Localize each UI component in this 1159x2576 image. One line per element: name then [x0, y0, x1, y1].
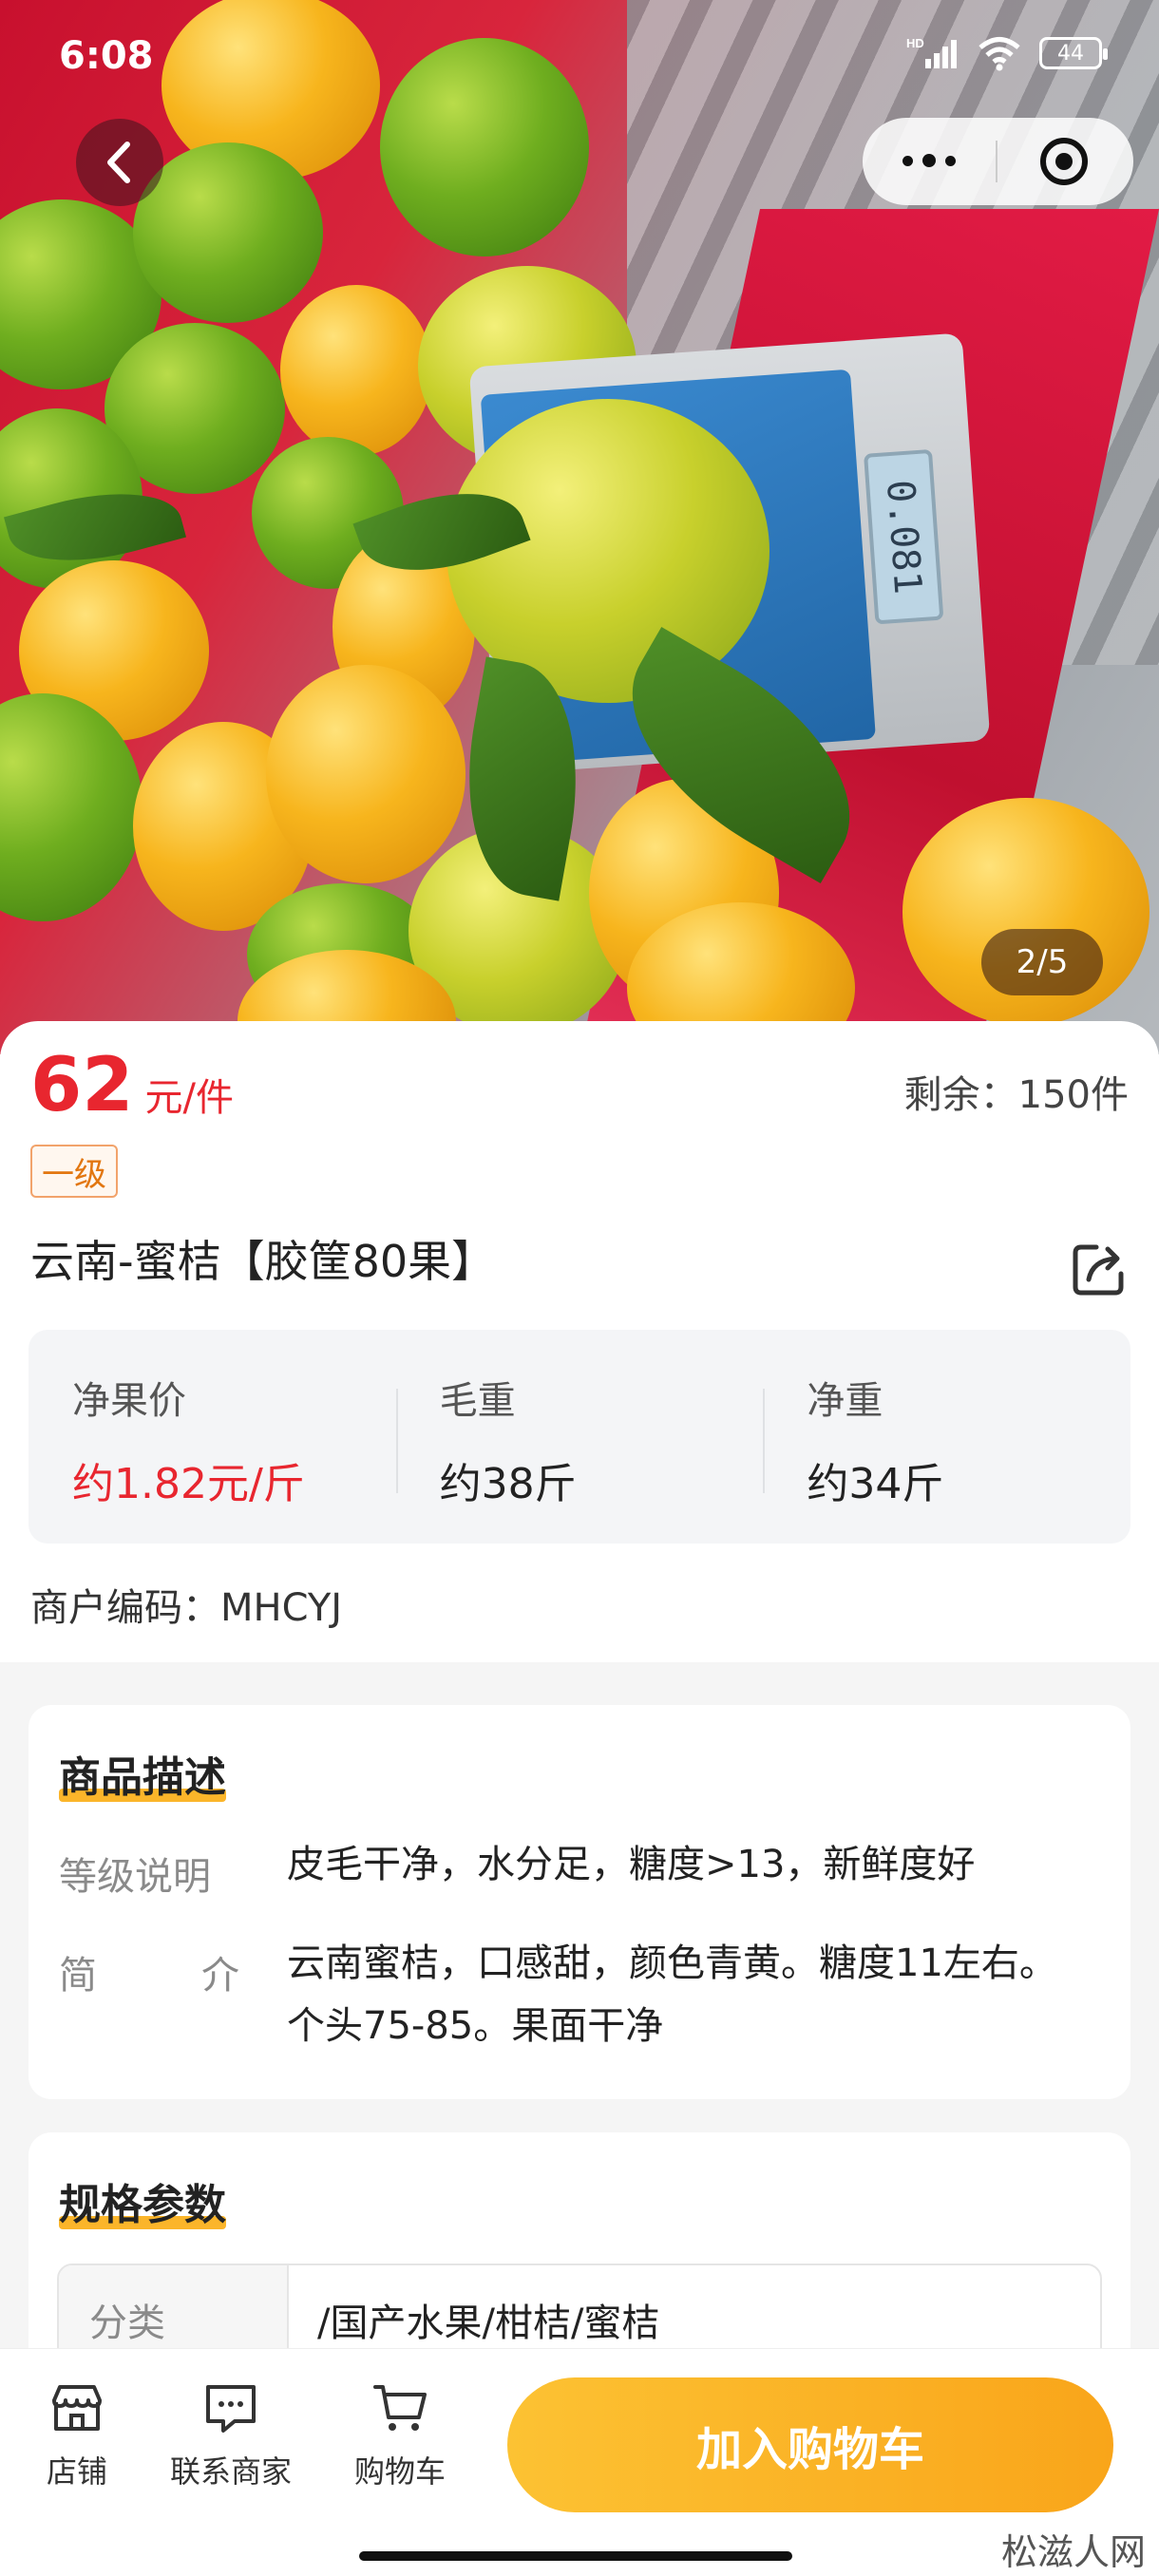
home-indicator[interactable]	[359, 2551, 792, 2561]
row-label: 简 介	[59, 1944, 239, 1999]
row-label: 等级说明	[59, 1855, 211, 1899]
metric-label: 净果价	[72, 1379, 186, 1423]
metric-label: 净重	[807, 1379, 884, 1423]
cart-button[interactable]: 购物车	[319, 2377, 481, 2491]
tangerine	[280, 285, 432, 456]
row-value: 云南蜜桔，口感甜，颜色青黄。糖度11左右。个头75-85。果面干净	[287, 1941, 1057, 2048]
miniprogram-capsule	[863, 118, 1133, 205]
merchant-code: 商户编码：MHCYJ	[30, 1586, 343, 1630]
price-unit: 元/件	[144, 1076, 235, 1120]
bottom-action-bar: 店铺 联系商家 购物车 加入购物车	[0, 2348, 1159, 2576]
product-title: 云南-蜜桔【胶筐80果】	[30, 1236, 496, 1287]
row-label-char: 介	[201, 1954, 239, 1998]
store-icon	[52, 2385, 102, 2431]
svg-text:HD: HD	[906, 36, 924, 50]
metric-net-weight: 净重 约34斤	[763, 1330, 1130, 1544]
signal-icon: HD	[906, 36, 957, 68]
chat-bubble-icon	[206, 2385, 256, 2433]
metric-value: 约38斤	[439, 1460, 577, 1508]
back-button[interactable]	[76, 119, 163, 206]
status-icons: HD 44	[906, 34, 1108, 72]
status-bar: 6:08 HD 44	[0, 0, 1159, 114]
scale-display: 0.081	[864, 448, 944, 625]
metric-net-fruit-price: 净果价 约1.82元/斤	[28, 1330, 396, 1544]
metric-value: 约34斤	[807, 1460, 944, 1508]
tangerine	[266, 665, 466, 883]
add-to-cart-button[interactable]: 加入购物车	[507, 2377, 1113, 2512]
chevron-left-icon	[107, 142, 130, 183]
section-title: 规格参数	[59, 2170, 226, 2231]
wifi-icon	[978, 37, 1020, 71]
watermark: 松滋人网	[1000, 2531, 1146, 2573]
target-close-icon[interactable]	[998, 138, 1130, 185]
shop-button[interactable]: 店铺	[0, 2377, 158, 2491]
spec-value: /国产水果/柑桔/蜜桔	[317, 2301, 660, 2345]
nav-label: 联系商家	[169, 2453, 292, 2490]
share-icon[interactable]	[1068, 1238, 1130, 1300]
stock-remaining: 剩余：150件	[903, 1073, 1129, 1117]
section-title: 商品描述	[59, 1743, 226, 1804]
metric-value: 约1.82元/斤	[72, 1460, 305, 1508]
cart-icon	[373, 2385, 427, 2431]
clock: 6:08	[59, 34, 154, 78]
grade-badge: 一级	[30, 1145, 118, 1198]
nav-label: 店铺	[46, 2453, 107, 2490]
price-value: 62	[30, 1043, 134, 1128]
price: 62 元/件	[30, 1043, 234, 1128]
price-weight-metrics: 净果价 约1.82元/斤 毛重 约38斤 净重 约34斤	[28, 1330, 1130, 1544]
row-value: 皮毛干净，水分足，糖度>13，新鲜度好	[287, 1843, 976, 1886]
battery-icon: 44	[1039, 37, 1108, 69]
metric-gross-weight: 毛重 约38斤	[395, 1330, 764, 1544]
contact-merchant-button[interactable]: 联系商家	[150, 2377, 312, 2491]
nav-label: 购物车	[353, 2453, 446, 2490]
row-label-char: 简	[59, 1954, 97, 1998]
image-counter: 2/5	[981, 929, 1103, 995]
metric-label: 毛重	[439, 1379, 516, 1423]
description-card: 商品描述 等级说明 皮毛干净，水分足，糖度>13，新鲜度好 简 介 云南蜜桔，口…	[28, 1705, 1130, 2099]
more-dots-icon[interactable]	[863, 154, 996, 167]
